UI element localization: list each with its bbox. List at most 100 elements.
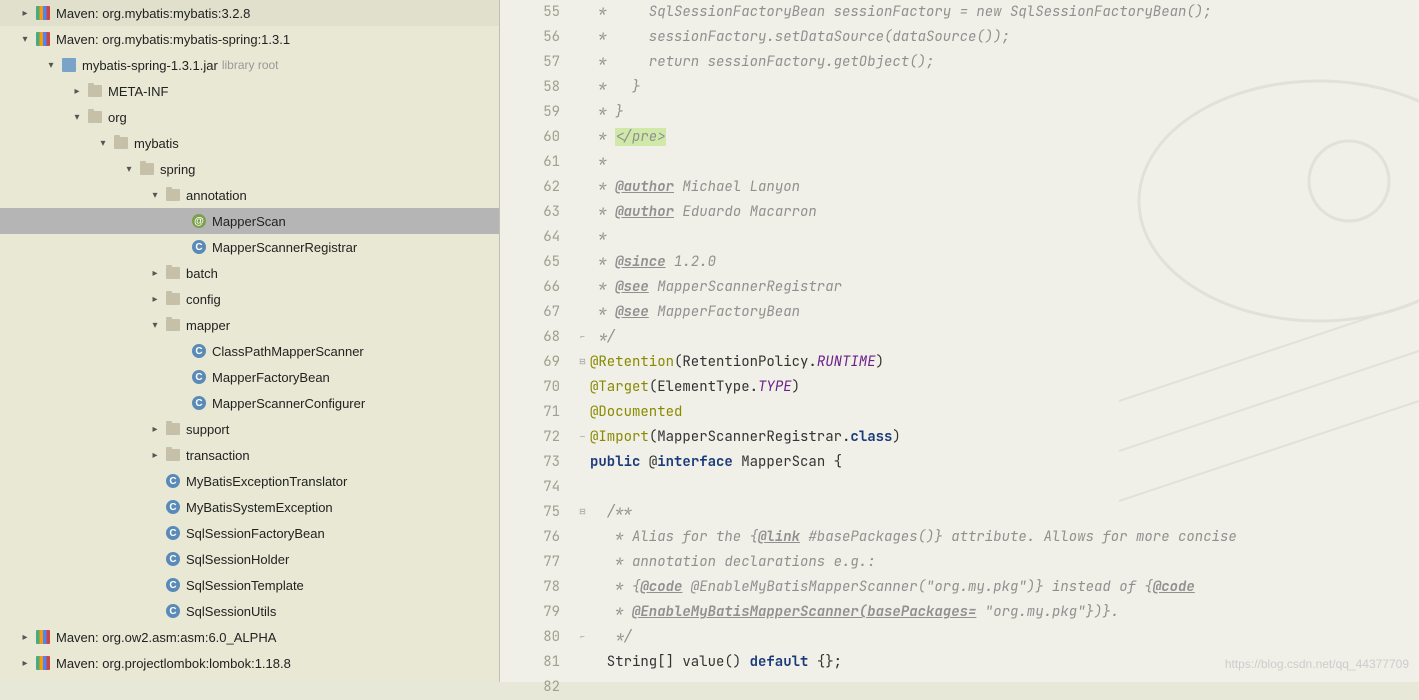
- tree-item-mapperscannerconfigurer[interactable]: CMapperScannerConfigurer: [0, 390, 499, 416]
- code-line-80[interactable]: */: [590, 625, 1419, 650]
- tree-item-classpathmapperscanner[interactable]: CClassPathMapperScanner: [0, 338, 499, 364]
- tree-item-sqlsessionholder[interactable]: CSqlSessionHolder: [0, 546, 499, 572]
- code-line-78[interactable]: * {@code @EnableMyBatisMapperScanner("or…: [590, 575, 1419, 600]
- code-line-64[interactable]: *: [590, 225, 1419, 250]
- fold-marker[interactable]: [575, 575, 590, 600]
- tree-item-mapperscannerregistrar[interactable]: CMapperScannerRegistrar: [0, 234, 499, 260]
- fold-marker[interactable]: [575, 400, 590, 425]
- tree-arrow-icon[interactable]: ▾: [70, 110, 84, 124]
- code-line-56[interactable]: * sessionFactory.setDataSource(dataSourc…: [590, 25, 1419, 50]
- code-line-62[interactable]: * @author Michael Lanyon: [590, 175, 1419, 200]
- tree-arrow-icon[interactable]: ▾: [44, 58, 58, 72]
- tree-item-sqlsessiontemplate[interactable]: CSqlSessionTemplate: [0, 572, 499, 598]
- fold-marker[interactable]: [575, 675, 590, 700]
- code-line-72[interactable]: @Import(MapperScannerRegistrar.class): [590, 425, 1419, 450]
- fold-marker[interactable]: [575, 475, 590, 500]
- fold-marker[interactable]: [575, 300, 590, 325]
- fold-marker[interactable]: [575, 225, 590, 250]
- tree-arrow-icon[interactable]: [148, 578, 162, 592]
- tree-arrow-icon[interactable]: [148, 474, 162, 488]
- tree-arrow-icon[interactable]: ▾: [96, 136, 110, 150]
- tree-item-transaction[interactable]: ▸transaction: [0, 442, 499, 468]
- fold-marker[interactable]: ⌐: [575, 625, 590, 650]
- fold-marker[interactable]: [575, 150, 590, 175]
- code-line-69[interactable]: @Retention(RetentionPolicy.RUNTIME): [590, 350, 1419, 375]
- code-line-55[interactable]: * SqlSessionFactoryBean sessionFactory =…: [590, 0, 1419, 25]
- tree-arrow-icon[interactable]: [148, 526, 162, 540]
- fold-marker[interactable]: [575, 0, 590, 25]
- tree-item-mybatissystemexception[interactable]: CMyBatisSystemException: [0, 494, 499, 520]
- code-line-82[interactable]: [590, 675, 1419, 700]
- fold-marker[interactable]: ⊟: [575, 350, 590, 375]
- fold-marker[interactable]: [575, 250, 590, 275]
- code-line-75[interactable]: /**: [590, 500, 1419, 525]
- tree-arrow-icon[interactable]: [148, 604, 162, 618]
- code-editor[interactable]: 5556575859606162636465666768697071727374…: [500, 0, 1419, 682]
- tree-arrow-icon[interactable]: ▸: [70, 84, 84, 98]
- tree-arrow-icon[interactable]: ▾: [122, 162, 136, 176]
- tree-item-meta-inf[interactable]: ▸META-INF: [0, 78, 499, 104]
- code-line-73[interactable]: public @interface MapperScan {: [590, 450, 1419, 475]
- tree-arrow-icon[interactable]: [148, 552, 162, 566]
- tree-arrow-icon[interactable]: [174, 214, 188, 228]
- code-line-71[interactable]: @Documented: [590, 400, 1419, 425]
- code-line-77[interactable]: * annotation declarations e.g.:: [590, 550, 1419, 575]
- tree-item-spring[interactable]: ▾spring: [0, 156, 499, 182]
- tree-item-sqlsessionfactorybean[interactable]: CSqlSessionFactoryBean: [0, 520, 499, 546]
- tree-arrow-icon[interactable]: ▸: [18, 656, 32, 670]
- fold-marker[interactable]: [575, 100, 590, 125]
- fold-marker[interactable]: [575, 450, 590, 475]
- code-line-65[interactable]: * @since 1.2.0: [590, 250, 1419, 275]
- fold-marker[interactable]: [575, 550, 590, 575]
- code-line-79[interactable]: * @EnableMyBatisMapperScanner(basePackag…: [590, 600, 1419, 625]
- fold-marker[interactable]: ⌐: [575, 325, 590, 350]
- tree-item-maven--org-projectlombok-lombok-1-18-8[interactable]: ▸Maven: org.projectlombok:lombok:1.18.8: [0, 650, 499, 676]
- tree-item-sqlsessionutils[interactable]: CSqlSessionUtils: [0, 598, 499, 624]
- tree-arrow-icon[interactable]: [174, 240, 188, 254]
- code-line-70[interactable]: @Target(ElementType.TYPE): [590, 375, 1419, 400]
- fold-marker[interactable]: [575, 200, 590, 225]
- fold-marker[interactable]: [575, 650, 590, 675]
- tree-item-batch[interactable]: ▸batch: [0, 260, 499, 286]
- code-line-58[interactable]: * }: [590, 75, 1419, 100]
- tree-item-maven--org-mybatis-mybatis-spring-1-3-1[interactable]: ▾Maven: org.mybatis:mybatis-spring:1.3.1: [0, 26, 499, 52]
- code-content[interactable]: * SqlSessionFactoryBean sessionFactory =…: [590, 0, 1419, 682]
- fold-marker[interactable]: [575, 75, 590, 100]
- tree-item-maven--org-mybatis-mybatis-3-2-8[interactable]: ▸Maven: org.mybatis:mybatis:3.2.8: [0, 0, 499, 26]
- tree-arrow-icon[interactable]: [174, 396, 188, 410]
- tree-item-mapperfactorybean[interactable]: CMapperFactoryBean: [0, 364, 499, 390]
- tree-arrow-icon[interactable]: ▸: [18, 6, 32, 20]
- tree-arrow-icon[interactable]: ▾: [18, 32, 32, 46]
- tree-item-support[interactable]: ▸support: [0, 416, 499, 442]
- tree-item-mybatis-spring-1-3-1-jar[interactable]: ▾mybatis-spring-1.3.1.jarlibrary root: [0, 52, 499, 78]
- project-tree[interactable]: ▸Maven: org.mybatis:mybatis:3.2.8▾Maven:…: [0, 0, 500, 682]
- tree-item-mapperscan[interactable]: @MapperScan: [0, 208, 499, 234]
- tree-arrow-icon[interactable]: [174, 344, 188, 358]
- code-line-74[interactable]: [590, 475, 1419, 500]
- fold-marker[interactable]: [575, 275, 590, 300]
- fold-marker[interactable]: [575, 525, 590, 550]
- code-line-68[interactable]: */: [590, 325, 1419, 350]
- code-line-66[interactable]: * @see MapperScannerRegistrar: [590, 275, 1419, 300]
- code-line-76[interactable]: * Alias for the {@link #basePackages()} …: [590, 525, 1419, 550]
- code-line-67[interactable]: * @see MapperFactoryBean: [590, 300, 1419, 325]
- code-line-57[interactable]: * return sessionFactory.getObject();: [590, 50, 1419, 75]
- tree-arrow-icon[interactable]: ▸: [148, 448, 162, 462]
- fold-marker[interactable]: [575, 50, 590, 75]
- tree-arrow-icon[interactable]: [148, 500, 162, 514]
- fold-marker[interactable]: —: [575, 425, 590, 450]
- tree-item-maven--org-ow2-asm-asm-6-0-alpha[interactable]: ▸Maven: org.ow2.asm:asm:6.0_ALPHA: [0, 624, 499, 650]
- code-line-60[interactable]: * </pre>: [590, 125, 1419, 150]
- fold-marker[interactable]: [575, 600, 590, 625]
- tree-arrow-icon[interactable]: ▾: [148, 188, 162, 202]
- fold-marker[interactable]: ⊟: [575, 500, 590, 525]
- tree-item-mybatis[interactable]: ▾mybatis: [0, 130, 499, 156]
- tree-arrow-icon[interactable]: [174, 370, 188, 384]
- tree-arrow-icon[interactable]: ▸: [148, 266, 162, 280]
- tree-item-mybatisexceptiontranslator[interactable]: CMyBatisExceptionTranslator: [0, 468, 499, 494]
- tree-arrow-icon[interactable]: ▸: [18, 630, 32, 644]
- fold-column[interactable]: ⌐⊟—⊟⌐: [575, 0, 590, 682]
- tree-arrow-icon[interactable]: ▾: [148, 318, 162, 332]
- fold-marker[interactable]: [575, 125, 590, 150]
- tree-item-config[interactable]: ▸config: [0, 286, 499, 312]
